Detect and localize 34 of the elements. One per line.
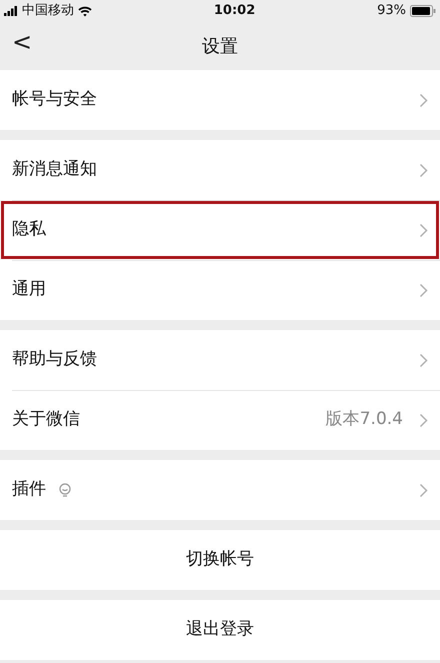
chevron-icon: [419, 282, 428, 298]
settings-row[interactable]: 关于微信 版本7.0.4: [0, 390, 440, 450]
row-label: 帐号与安全: [12, 88, 97, 112]
settings-row[interactable]: 隐私: [0, 200, 440, 260]
signal-icon: [4, 6, 18, 16]
status-time: 10:02: [214, 2, 256, 20]
chevron-icon: [419, 222, 428, 238]
settings-row[interactable]: 通用: [0, 260, 440, 320]
row-label: 隐私: [12, 218, 46, 242]
row-label: 帮助与反馈: [12, 348, 97, 372]
chevron-icon: [419, 162, 428, 178]
settings-row[interactable]: 帮助与反馈: [0, 330, 440, 390]
battery-icon: [410, 5, 436, 17]
chevron-icon: [419, 92, 428, 108]
row-label: 关于微信: [12, 408, 80, 432]
settings-row[interactable]: 切换帐号: [0, 530, 440, 590]
settings-row[interactable]: 帐号与安全: [0, 70, 440, 130]
row-label: 切换帐号: [186, 548, 254, 572]
version-text: 版本7.0.4: [326, 408, 403, 432]
back-button[interactable]: <: [8, 30, 36, 54]
chevron-icon: [419, 352, 428, 368]
row-label: 退出登录: [186, 618, 254, 642]
wifi-icon: [78, 6, 92, 16]
chevron-icon: [419, 482, 428, 498]
page-title: 设置: [202, 34, 238, 58]
chevron-icon: [419, 412, 428, 428]
row-label: 插件: [12, 478, 46, 502]
row-label: 新消息通知: [12, 158, 97, 182]
row-label: 通用: [12, 278, 46, 302]
settings-row[interactable]: 退出登录: [0, 600, 440, 660]
battery-percent: 93%: [377, 2, 406, 20]
settings-row[interactable]: 插件: [0, 460, 440, 520]
settings-row[interactable]: 新消息通知: [0, 140, 440, 200]
carrier-name: 中国移动: [22, 2, 74, 20]
